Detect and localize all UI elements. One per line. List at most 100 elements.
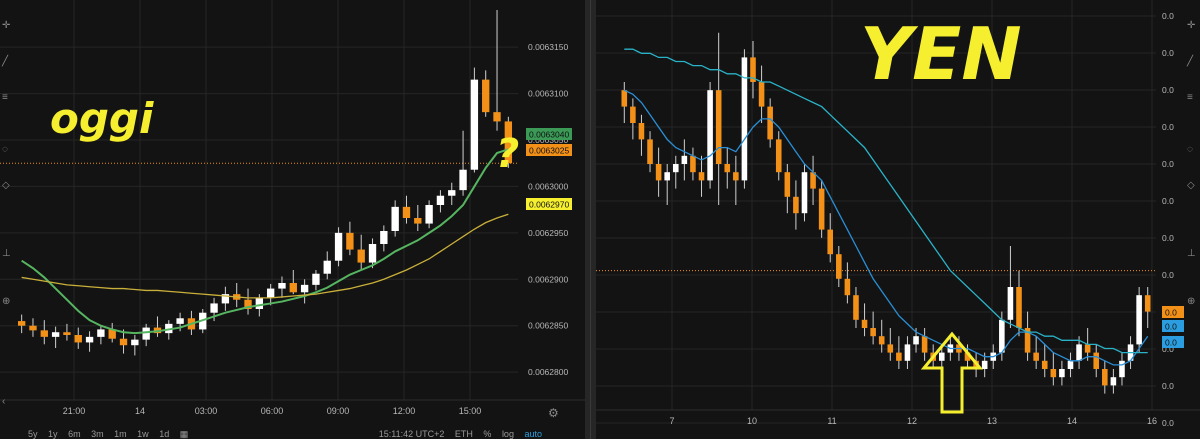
- candle-bull: [131, 339, 139, 346]
- candle-bear: [767, 106, 773, 140]
- candle-bear: [1093, 352, 1100, 369]
- zoom-icon[interactable]: ⊕: [2, 296, 10, 307]
- candle-bear: [119, 338, 128, 346]
- trend-line-icon[interactable]: ╱: [2, 56, 8, 67]
- range-6m[interactable]: 6m: [68, 429, 81, 439]
- x-tick-label: 10: [747, 416, 757, 426]
- percent-toggle[interactable]: %: [483, 429, 491, 439]
- range-1w[interactable]: 1w: [137, 429, 149, 439]
- candle-bull: [380, 231, 388, 244]
- candle-bear: [29, 325, 37, 331]
- range-3m[interactable]: 3m: [91, 429, 104, 439]
- price-axis-area: [518, 0, 585, 430]
- y-tick-label: 0.0063000: [528, 181, 568, 191]
- measure-icon[interactable]: ⊥: [1187, 248, 1196, 259]
- candle-bull: [368, 244, 377, 263]
- candle-bull: [142, 327, 150, 340]
- candle-bull: [85, 336, 94, 343]
- oggi-annotation: oggi: [50, 94, 154, 143]
- y-tick-label: 0.0: [1162, 11, 1174, 21]
- candle-bear: [827, 229, 834, 255]
- left-drawing-toolbar[interactable]: ✛ ╱ ≡ ◌ ◇ ⊥ ⊕ ‹: [0, 0, 16, 439]
- text-tool-icon[interactable]: ◇: [1187, 180, 1195, 191]
- candle-bull: [999, 319, 1005, 353]
- range-1d[interactable]: 1d: [159, 429, 169, 439]
- candle-bull: [1136, 295, 1142, 345]
- fib-icon[interactable]: ≡: [2, 92, 8, 103]
- left-chart-canvas[interactable]: 0.00631500.00631000.00630500.00630000.00…: [0, 0, 585, 439]
- candle-bear: [715, 90, 722, 164]
- range-1y[interactable]: 1y: [48, 429, 58, 439]
- fib-icon[interactable]: ≡: [1187, 92, 1193, 103]
- candle-bull: [801, 172, 808, 214]
- candle-bull: [176, 318, 184, 324]
- crosshair-icon[interactable]: ✛: [1187, 20, 1195, 31]
- candle-bear: [1144, 295, 1151, 312]
- candle-bear: [733, 172, 739, 181]
- settings-gear-icon[interactable]: ⚙: [548, 406, 559, 420]
- left-chart-panel[interactable]: 0.00631500.00631000.00630500.00630000.00…: [0, 0, 585, 439]
- candle-bear: [844, 278, 851, 296]
- candle-bear: [1016, 287, 1022, 328]
- candle-bear: [357, 249, 365, 263]
- candle-bear: [402, 206, 411, 218]
- x-tick-label: 12:00: [393, 406, 416, 416]
- collapse-icon[interactable]: ‹: [2, 396, 5, 407]
- auto-toggle[interactable]: auto: [524, 429, 542, 439]
- candle-bull: [1067, 360, 1074, 369]
- candle-bull: [741, 57, 748, 181]
- candle-bear: [482, 79, 490, 113]
- candle-bear: [1033, 352, 1039, 361]
- candle-bear: [861, 319, 868, 328]
- calendar-icon[interactable]: ▦: [180, 429, 189, 439]
- candle-bull: [51, 332, 60, 337]
- candle-bear: [1050, 369, 1057, 378]
- candle-bear: [63, 332, 71, 335]
- candle-bull: [470, 79, 479, 170]
- candle-bear: [896, 352, 902, 361]
- crosshair-icon[interactable]: ✛: [2, 20, 10, 31]
- candle-bull: [391, 206, 399, 231]
- range-5y[interactable]: 5y: [28, 429, 38, 439]
- bottom-time-range-toolbar: 5y 1y 6m 3m 1m 1w 1d ▦ 15:11:42 UTC+2 ET…: [0, 429, 585, 439]
- candle-bull: [300, 284, 309, 293]
- candle-bear: [414, 218, 422, 224]
- y-tick-label: 0.0: [1162, 381, 1174, 391]
- pair-label: ETH: [454, 429, 473, 439]
- y-tick-label: 0.0: [1162, 233, 1174, 243]
- y-tick-label: 0.0: [1162, 418, 1174, 428]
- trend-line-icon[interactable]: ╱: [1187, 56, 1193, 67]
- y-tick-label: 0.0062800: [528, 367, 568, 377]
- candle-bear: [1041, 360, 1048, 369]
- x-tick-label: 7: [669, 416, 674, 426]
- right-edge-toolbar[interactable]: ✛ ╱ ≡ ◌ ◇ ⊥ ⊕: [1184, 0, 1200, 439]
- brush-icon[interactable]: ◌: [1187, 144, 1193, 155]
- candle-bull: [436, 195, 445, 205]
- candle-bull: [1110, 377, 1117, 386]
- candle-bear: [853, 295, 859, 320]
- candle-bull: [312, 273, 320, 285]
- log-toggle[interactable]: log: [502, 429, 514, 439]
- candle-bear: [638, 123, 645, 140]
- moving-average-ma_slow: [21, 213, 509, 299]
- candle-bear: [289, 283, 297, 293]
- candle-bear: [698, 172, 705, 181]
- panel-divider: [585, 0, 596, 439]
- candle-bull: [904, 344, 911, 361]
- x-tick-label: 13: [987, 416, 997, 426]
- candle-bull: [323, 260, 331, 274]
- candle-bear: [1084, 344, 1091, 353]
- candle-bear: [493, 112, 501, 122]
- right-chart-panel[interactable]: 0.0 0.0 0.0 0.0 0.0 0.0 0.0 0.0 0.0 0.0 0.0 0.0 7 10 1…: [596, 0, 1200, 439]
- brush-icon[interactable]: ◌: [2, 144, 8, 155]
- range-1m[interactable]: 1m: [114, 429, 127, 439]
- price-tag-label: 0.0062970: [529, 200, 569, 210]
- zoom-icon[interactable]: ⊕: [1187, 296, 1195, 307]
- price-tag-label: 0.0063040: [529, 130, 569, 140]
- text-tool-icon[interactable]: ◇: [2, 180, 10, 191]
- x-tick-label: 03:00: [195, 406, 218, 416]
- candle-bull: [210, 303, 218, 313]
- candle-bear: [921, 336, 928, 353]
- measure-icon[interactable]: ⊥: [2, 248, 11, 259]
- candle-bull: [913, 336, 919, 345]
